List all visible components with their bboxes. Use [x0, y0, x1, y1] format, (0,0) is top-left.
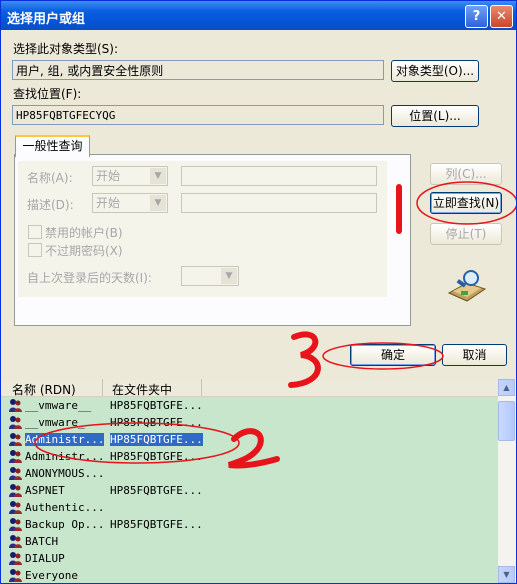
non-expiring-password-label: 不过期密码(X) — [45, 244, 123, 258]
row-folder: HP85FQBTGFE... — [110, 433, 203, 446]
search-users-icon — [447, 270, 487, 302]
user-icon — [9, 467, 22, 480]
row-name: Backup Op... — [25, 518, 105, 531]
query-area: 名称(A): 开始 ▼ 描述(D): 开始 ▼ 禁用的帐户(B) 不过期密码(X) … — [18, 161, 387, 297]
scroll-thumb[interactable] — [498, 401, 515, 441]
window-title: 选择用户或组 — [7, 12, 86, 27]
user-icon — [9, 450, 22, 463]
row-name: ASPNET — [25, 484, 65, 497]
row-name: __vmware__ — [25, 399, 92, 412]
description-input[interactable] — [181, 193, 377, 213]
object-types-button[interactable]: 对象类型(O)... — [391, 60, 479, 82]
row-name: __vmware_ — [25, 416, 85, 429]
locations-button[interactable]: 位置(L)... — [391, 105, 479, 127]
user-icon — [9, 484, 22, 497]
location-field: HP85FQBTGFECYQG — [12, 105, 384, 125]
user-icon — [9, 569, 22, 582]
disabled-accounts-label: 禁用的帐户(B) — [45, 226, 123, 240]
user-icon — [9, 433, 22, 446]
stop-button[interactable]: 停止(T) — [430, 223, 502, 245]
vertical-scrollbar[interactable]: ▲ ▼ — [498, 379, 516, 583]
days-since-logon-label: 自上次登录后的天数(I): — [27, 271, 152, 285]
table-row[interactable]: ASPNET HP85FQBTGFE... — [1, 482, 498, 499]
table-row[interactable]: Authentic... — [1, 499, 498, 516]
column-header-name[interactable]: 名称 (RDN) — [12, 381, 76, 398]
title-bar[interactable]: 选择用户或组 ? ✕ — [1, 1, 516, 30]
chevron-down-icon: ▼ — [150, 195, 166, 211]
user-icon — [9, 501, 22, 514]
description-label: 描述(D): — [27, 198, 74, 212]
row-folder: HP85FQBTGFE... — [110, 416, 203, 429]
name-operator-select[interactable]: 开始 ▼ — [92, 166, 168, 186]
user-icon — [9, 399, 22, 412]
ok-button[interactable]: 确定 — [350, 344, 436, 366]
user-icon — [9, 518, 22, 531]
help-button[interactable]: ? — [465, 5, 488, 28]
days-since-logon-select[interactable]: ▼ — [181, 266, 239, 286]
object-type-label: 选择此对象类型(S): — [13, 42, 119, 56]
row-name: ANONYMOUS... — [25, 467, 105, 480]
columns-button[interactable]: 列(C)... — [430, 163, 502, 185]
row-name: Everyone — [25, 569, 78, 582]
user-icon — [9, 416, 22, 429]
table-row[interactable]: Administr... HP85FQBTGFE... — [1, 431, 498, 448]
row-name: Administr... — [25, 450, 105, 463]
object-type-field: 用户, 组, 或内置安全性原则 — [12, 60, 384, 80]
table-row[interactable]: __vmware__ HP85FQBTGFE... — [1, 397, 498, 414]
column-header-folder[interactable]: 在文件夹中 — [112, 381, 172, 398]
table-row[interactable]: Administr... HP85FQBTGFE... — [1, 448, 498, 465]
row-folder: HP85FQBTGFE... — [110, 484, 203, 497]
location-label: 查找位置(F): — [13, 87, 82, 101]
row-name: Administr... — [25, 433, 105, 446]
close-button[interactable]: ✕ — [490, 5, 513, 28]
tab-common-queries[interactable]: 一般性查询 — [15, 135, 90, 157]
table-row[interactable]: __vmware_ HP85FQBTGFE... — [1, 414, 498, 431]
find-now-button[interactable]: 立即查找(N) — [430, 192, 502, 214]
cancel-button[interactable]: 取消 — [442, 344, 507, 366]
table-row[interactable]: ANONYMOUS... — [1, 465, 498, 482]
row-name: BATCH — [25, 535, 59, 548]
row-folder: HP85FQBTGFE... — [110, 450, 203, 463]
results-body: __vmware__ HP85FQBTGFE... __vmware_ HP85FQB… — [1, 397, 498, 583]
user-icon — [9, 552, 22, 565]
results-list[interactable]: 名称 (RDN) 在文件夹中 __vmware__ HP85FQBTGFE... _… — [1, 379, 516, 583]
help-icon: ? — [472, 9, 481, 24]
chevron-down-icon: ▼ — [150, 168, 166, 184]
close-icon: ✕ — [496, 9, 507, 24]
non-expiring-password-checkbox[interactable] — [28, 243, 42, 257]
table-row[interactable]: Backup Op... HP85FQBTGFE... — [1, 516, 498, 533]
user-icon — [9, 535, 22, 548]
numeral-3-stroke — [288, 331, 321, 388]
table-row[interactable]: Everyone — [1, 567, 498, 583]
chevron-down-icon: ▼ — [221, 268, 237, 284]
description-operator-value: 开始 — [96, 196, 121, 210]
name-label: 名称(A): — [27, 171, 73, 185]
name-operator-value: 开始 — [96, 169, 121, 183]
row-folder: HP85FQBTGFE... — [110, 518, 203, 531]
row-folder: HP85FQBTGFE... — [110, 399, 203, 412]
name-input[interactable] — [181, 166, 377, 186]
row-name: DIALUP — [25, 552, 65, 565]
row-name: Authentic... — [25, 501, 105, 514]
scroll-down-button[interactable]: ▼ — [498, 566, 515, 583]
results-header: 名称 (RDN) 在文件夹中 — [1, 379, 498, 397]
select-users-dialog: 选择用户或组 ? ✕ 选择此对象类型(S): 用户, 组, 或内置安全性原则 对… — [0, 0, 517, 584]
description-operator-select[interactable]: 开始 ▼ — [92, 193, 168, 213]
scroll-up-button[interactable]: ▲ — [498, 379, 515, 396]
table-row[interactable]: BATCH — [1, 533, 498, 550]
disabled-accounts-checkbox[interactable] — [28, 225, 42, 239]
table-row[interactable]: DIALUP — [1, 550, 498, 567]
